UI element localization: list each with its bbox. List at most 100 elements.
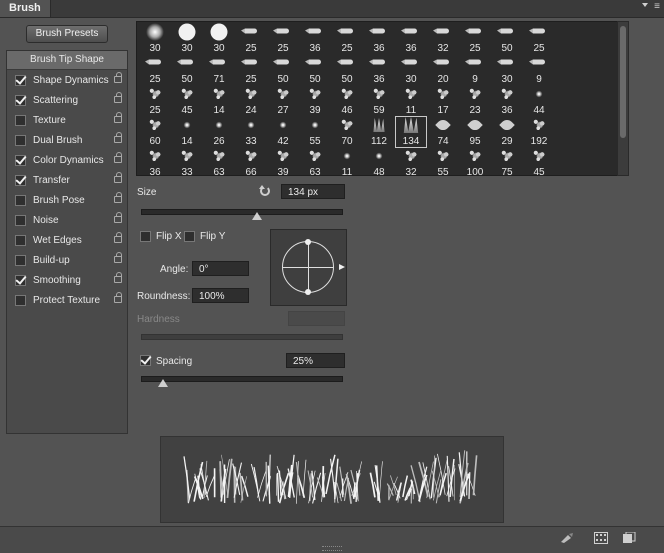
brush-tip-cell[interactable]: 33 xyxy=(171,147,203,175)
brush-tip-cell[interactable]: 134 xyxy=(395,116,427,148)
roundness-handle-bottom[interactable] xyxy=(305,289,311,295)
option-checkbox[interactable] xyxy=(15,95,26,106)
brush-tip-cell[interactable]: 25 xyxy=(235,23,267,55)
option-checkbox[interactable] xyxy=(15,295,26,306)
brush-tip-cell[interactable]: 39 xyxy=(299,85,331,117)
lock-icon[interactable] xyxy=(114,112,122,123)
brush-option-brush-pose[interactable]: Brush Pose xyxy=(7,191,127,211)
brush-option-scattering[interactable]: Scattering xyxy=(7,91,127,111)
brush-tip-cell[interactable]: 23 xyxy=(459,85,491,117)
brush-tip-cell[interactable]: 36 xyxy=(363,23,395,55)
brush-option-dual-brush[interactable]: Dual Brush xyxy=(7,131,127,151)
new-preset-icon[interactable] xyxy=(622,532,636,544)
brush-tip-cell[interactable]: 36 xyxy=(363,54,395,86)
option-checkbox[interactable] xyxy=(15,135,26,146)
brush-tip-cell[interactable]: 36 xyxy=(395,23,427,55)
lock-icon[interactable] xyxy=(114,92,122,103)
lock-icon[interactable] xyxy=(114,272,122,283)
brush-tip-cell[interactable]: 25 xyxy=(139,54,171,86)
brush-tip-cell[interactable]: 36 xyxy=(139,147,171,175)
brush-tip-cell[interactable]: 17 xyxy=(427,85,459,117)
brush-tip-cell[interactable]: 25 xyxy=(331,23,363,55)
brush-tip-cell[interactable]: 50 xyxy=(491,23,523,55)
brush-tip-cell[interactable]: 25 xyxy=(267,23,299,55)
brush-tip-cell[interactable]: 30 xyxy=(171,23,203,55)
spacing-field[interactable]: 25% xyxy=(286,353,345,368)
brush-tip-cell[interactable]: 32 xyxy=(395,147,427,175)
brush-option-color-dynamics[interactable]: Color Dynamics xyxy=(7,151,127,171)
brush-tip-cell[interactable]: 55 xyxy=(299,116,331,148)
brush-tip-cell[interactable]: 46 xyxy=(331,85,363,117)
brush-option-smoothing[interactable]: Smoothing xyxy=(7,271,127,291)
toggle-live-tip-icon[interactable] xyxy=(560,532,574,544)
brush-option-noise[interactable]: Noise xyxy=(7,211,127,231)
brush-tip-cell[interactable]: 59 xyxy=(363,85,395,117)
brush-presets-button[interactable]: Brush Presets xyxy=(26,25,108,43)
brush-tip-cell[interactable]: 25 xyxy=(459,23,491,55)
collapse-arrow-icon[interactable] xyxy=(642,3,648,7)
panel-menu-icon[interactable]: ≡ xyxy=(654,1,660,12)
brush-grid-icon[interactable] xyxy=(594,532,608,544)
brush-option-wet-edges[interactable]: Wet Edges xyxy=(7,231,127,251)
brush-tip-cell[interactable]: 192 xyxy=(523,116,555,148)
brush-tip-cell[interactable]: 42 xyxy=(267,116,299,148)
resize-grip[interactable] xyxy=(322,546,342,551)
brush-tip-cell[interactable]: 39 xyxy=(267,147,299,175)
lock-icon[interactable] xyxy=(114,172,122,183)
brush-tip-cell[interactable]: 30 xyxy=(395,54,427,86)
brush-tip-cell[interactable]: 112 xyxy=(363,116,395,148)
brush-tip-cell[interactable]: 45 xyxy=(523,147,555,175)
tab-brush[interactable]: Brush xyxy=(0,0,51,17)
brush-tip-cell[interactable]: 25 xyxy=(139,85,171,117)
angle-arrow-icon[interactable] xyxy=(339,264,345,270)
brush-tip-cell[interactable]: 50 xyxy=(299,54,331,86)
brush-tip-cell[interactable]: 24 xyxy=(235,85,267,117)
brush-tip-cell[interactable]: 36 xyxy=(299,23,331,55)
brush-tip-cell[interactable]: 30 xyxy=(203,23,235,55)
option-checkbox[interactable] xyxy=(15,115,26,126)
spacing-slider-thumb[interactable] xyxy=(158,379,168,387)
brush-tip-cell[interactable]: 25 xyxy=(235,54,267,86)
angle-field[interactable]: 0° xyxy=(192,261,249,276)
brush-tip-cell[interactable]: 30 xyxy=(491,54,523,86)
brush-option-shape-dynamics[interactable]: Shape Dynamics xyxy=(7,71,127,91)
brush-tip-cell[interactable]: 70 xyxy=(331,116,363,148)
brush-tip-shape-item[interactable]: Brush Tip Shape xyxy=(7,51,127,70)
option-checkbox[interactable] xyxy=(15,195,26,206)
spacing-checkbox[interactable] xyxy=(140,355,151,366)
brush-tip-cell[interactable]: 60 xyxy=(139,116,171,148)
size-slider-track[interactable] xyxy=(141,209,343,215)
brush-tip-cell[interactable]: 66 xyxy=(235,147,267,175)
brush-tip-cell[interactable]: 20 xyxy=(427,54,459,86)
brush-tip-cell[interactable]: 74 xyxy=(427,116,459,148)
brush-tip-cell[interactable]: 9 xyxy=(459,54,491,86)
option-checkbox[interactable] xyxy=(15,235,26,246)
spacing-slider-track[interactable] xyxy=(141,376,343,382)
brush-tip-cell[interactable]: 32 xyxy=(427,23,459,55)
brush-tip-cell[interactable]: 55 xyxy=(427,147,459,175)
brush-option-build-up[interactable]: Build-up xyxy=(7,251,127,271)
flip-y-checkbox[interactable] xyxy=(184,231,195,242)
lock-icon[interactable] xyxy=(114,192,122,203)
brush-tip-cell[interactable]: 29 xyxy=(491,116,523,148)
option-checkbox[interactable] xyxy=(15,255,26,266)
option-checkbox[interactable] xyxy=(15,155,26,166)
lock-icon[interactable] xyxy=(114,252,122,263)
brush-tip-cell[interactable]: 50 xyxy=(171,54,203,86)
grid-scrollbar[interactable] xyxy=(617,21,629,176)
brush-tip-cell[interactable]: 26 xyxy=(203,116,235,148)
brush-tip-cell[interactable]: 11 xyxy=(331,147,363,175)
brush-tip-cell[interactable]: 14 xyxy=(203,85,235,117)
lock-icon[interactable] xyxy=(114,152,122,163)
brush-tip-cell[interactable]: 50 xyxy=(267,54,299,86)
flip-x-checkbox[interactable] xyxy=(140,231,151,242)
roundness-field[interactable]: 100% xyxy=(192,288,249,303)
brush-tip-cell[interactable]: 25 xyxy=(523,23,555,55)
brush-tip-cell[interactable]: 36 xyxy=(491,85,523,117)
option-checkbox[interactable] xyxy=(15,275,26,286)
brush-option-protect-texture[interactable]: Protect Texture xyxy=(7,291,127,311)
option-checkbox[interactable] xyxy=(15,175,26,186)
brush-tip-cell[interactable]: 63 xyxy=(299,147,331,175)
brush-tip-cell[interactable]: 50 xyxy=(331,54,363,86)
lock-icon[interactable] xyxy=(114,212,122,223)
